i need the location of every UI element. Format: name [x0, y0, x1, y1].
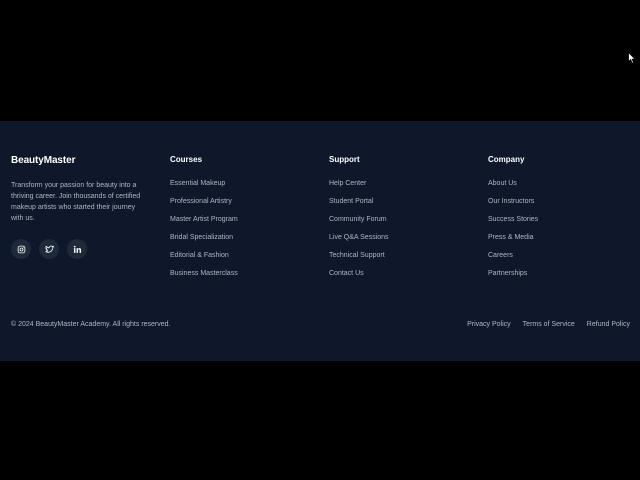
instagram-icon [17, 245, 25, 253]
brand-logo[interactable]: BeautyMaster [11, 155, 170, 167]
company-list: About Us Our Instructors Success Stories… [488, 179, 640, 287]
footer-columns: BeautyMaster Transform your passion for … [11, 155, 640, 287]
refund-policy-link[interactable]: Refund Policy [587, 320, 630, 329]
support-link-help-center[interactable]: Help Center [329, 179, 488, 197]
course-link-editorial-fashion[interactable]: Editorial & Fashion [170, 251, 329, 269]
company-heading: Company [488, 155, 525, 164]
linkedin-link[interactable] [67, 239, 87, 259]
privacy-policy-link[interactable]: Privacy Policy [467, 320, 511, 329]
company-link-success-stories[interactable]: Success Stories [488, 215, 640, 233]
brand-column: BeautyMaster Transform your passion for … [11, 155, 170, 287]
support-link-live-qa-sessions[interactable]: Live Q&A Sessions [329, 233, 488, 251]
linkedin-icon [73, 245, 81, 253]
company-link-partnerships[interactable]: Partnerships [488, 269, 640, 287]
company-column: Company About Us Our Instructors Success… [488, 155, 640, 287]
courses-column: Courses Essential Makeup Professional Ar… [170, 155, 329, 287]
mouse-cursor-icon [628, 52, 636, 64]
support-link-student-portal[interactable]: Student Portal [329, 197, 488, 215]
instagram-link[interactable] [11, 239, 31, 259]
copyright-text: © 2024 BeautyMaster Academy. All rights … [11, 321, 171, 328]
company-link-about-us[interactable]: About Us [488, 179, 640, 197]
course-link-business-masterclass[interactable]: Business Masterclass [170, 269, 329, 287]
support-link-community-forum[interactable]: Community Forum [329, 215, 488, 233]
courses-list: Essential Makeup Professional Artistry M… [170, 179, 329, 287]
company-link-press-media[interactable]: Press & Media [488, 233, 640, 251]
page: BeautyMaster Transform your passion for … [0, 0, 640, 480]
twitter-icon [44, 245, 54, 253]
course-link-professional-artistry[interactable]: Professional Artistry [170, 197, 329, 215]
company-link-our-instructors[interactable]: Our Instructors [488, 197, 640, 215]
course-link-essential-makeup[interactable]: Essential Makeup [170, 179, 329, 197]
support-list: Help Center Student Portal Community For… [329, 179, 488, 287]
legal-links: Privacy Policy Terms of Service Refund P… [467, 320, 630, 329]
footer-bottom-bar: © 2024 BeautyMaster Academy. All rights … [11, 320, 630, 329]
support-link-contact-us[interactable]: Contact Us [329, 269, 488, 287]
brand-description: Transform your passion for beauty into a… [11, 182, 141, 222]
courses-heading: Courses [170, 155, 203, 164]
support-column: Support Help Center Student Portal Commu… [329, 155, 488, 287]
site-footer: BeautyMaster Transform your passion for … [0, 121, 640, 361]
social-links [11, 239, 170, 259]
course-link-bridal-specialization[interactable]: Bridal Specialization [170, 233, 329, 251]
support-link-technical-support[interactable]: Technical Support [329, 251, 488, 269]
terms-of-service-link[interactable]: Terms of Service [523, 320, 575, 329]
support-heading: Support [329, 155, 360, 164]
course-link-master-artist-program[interactable]: Master Artist Program [170, 215, 329, 233]
company-link-careers[interactable]: Careers [488, 251, 640, 269]
twitter-link[interactable] [39, 239, 59, 259]
